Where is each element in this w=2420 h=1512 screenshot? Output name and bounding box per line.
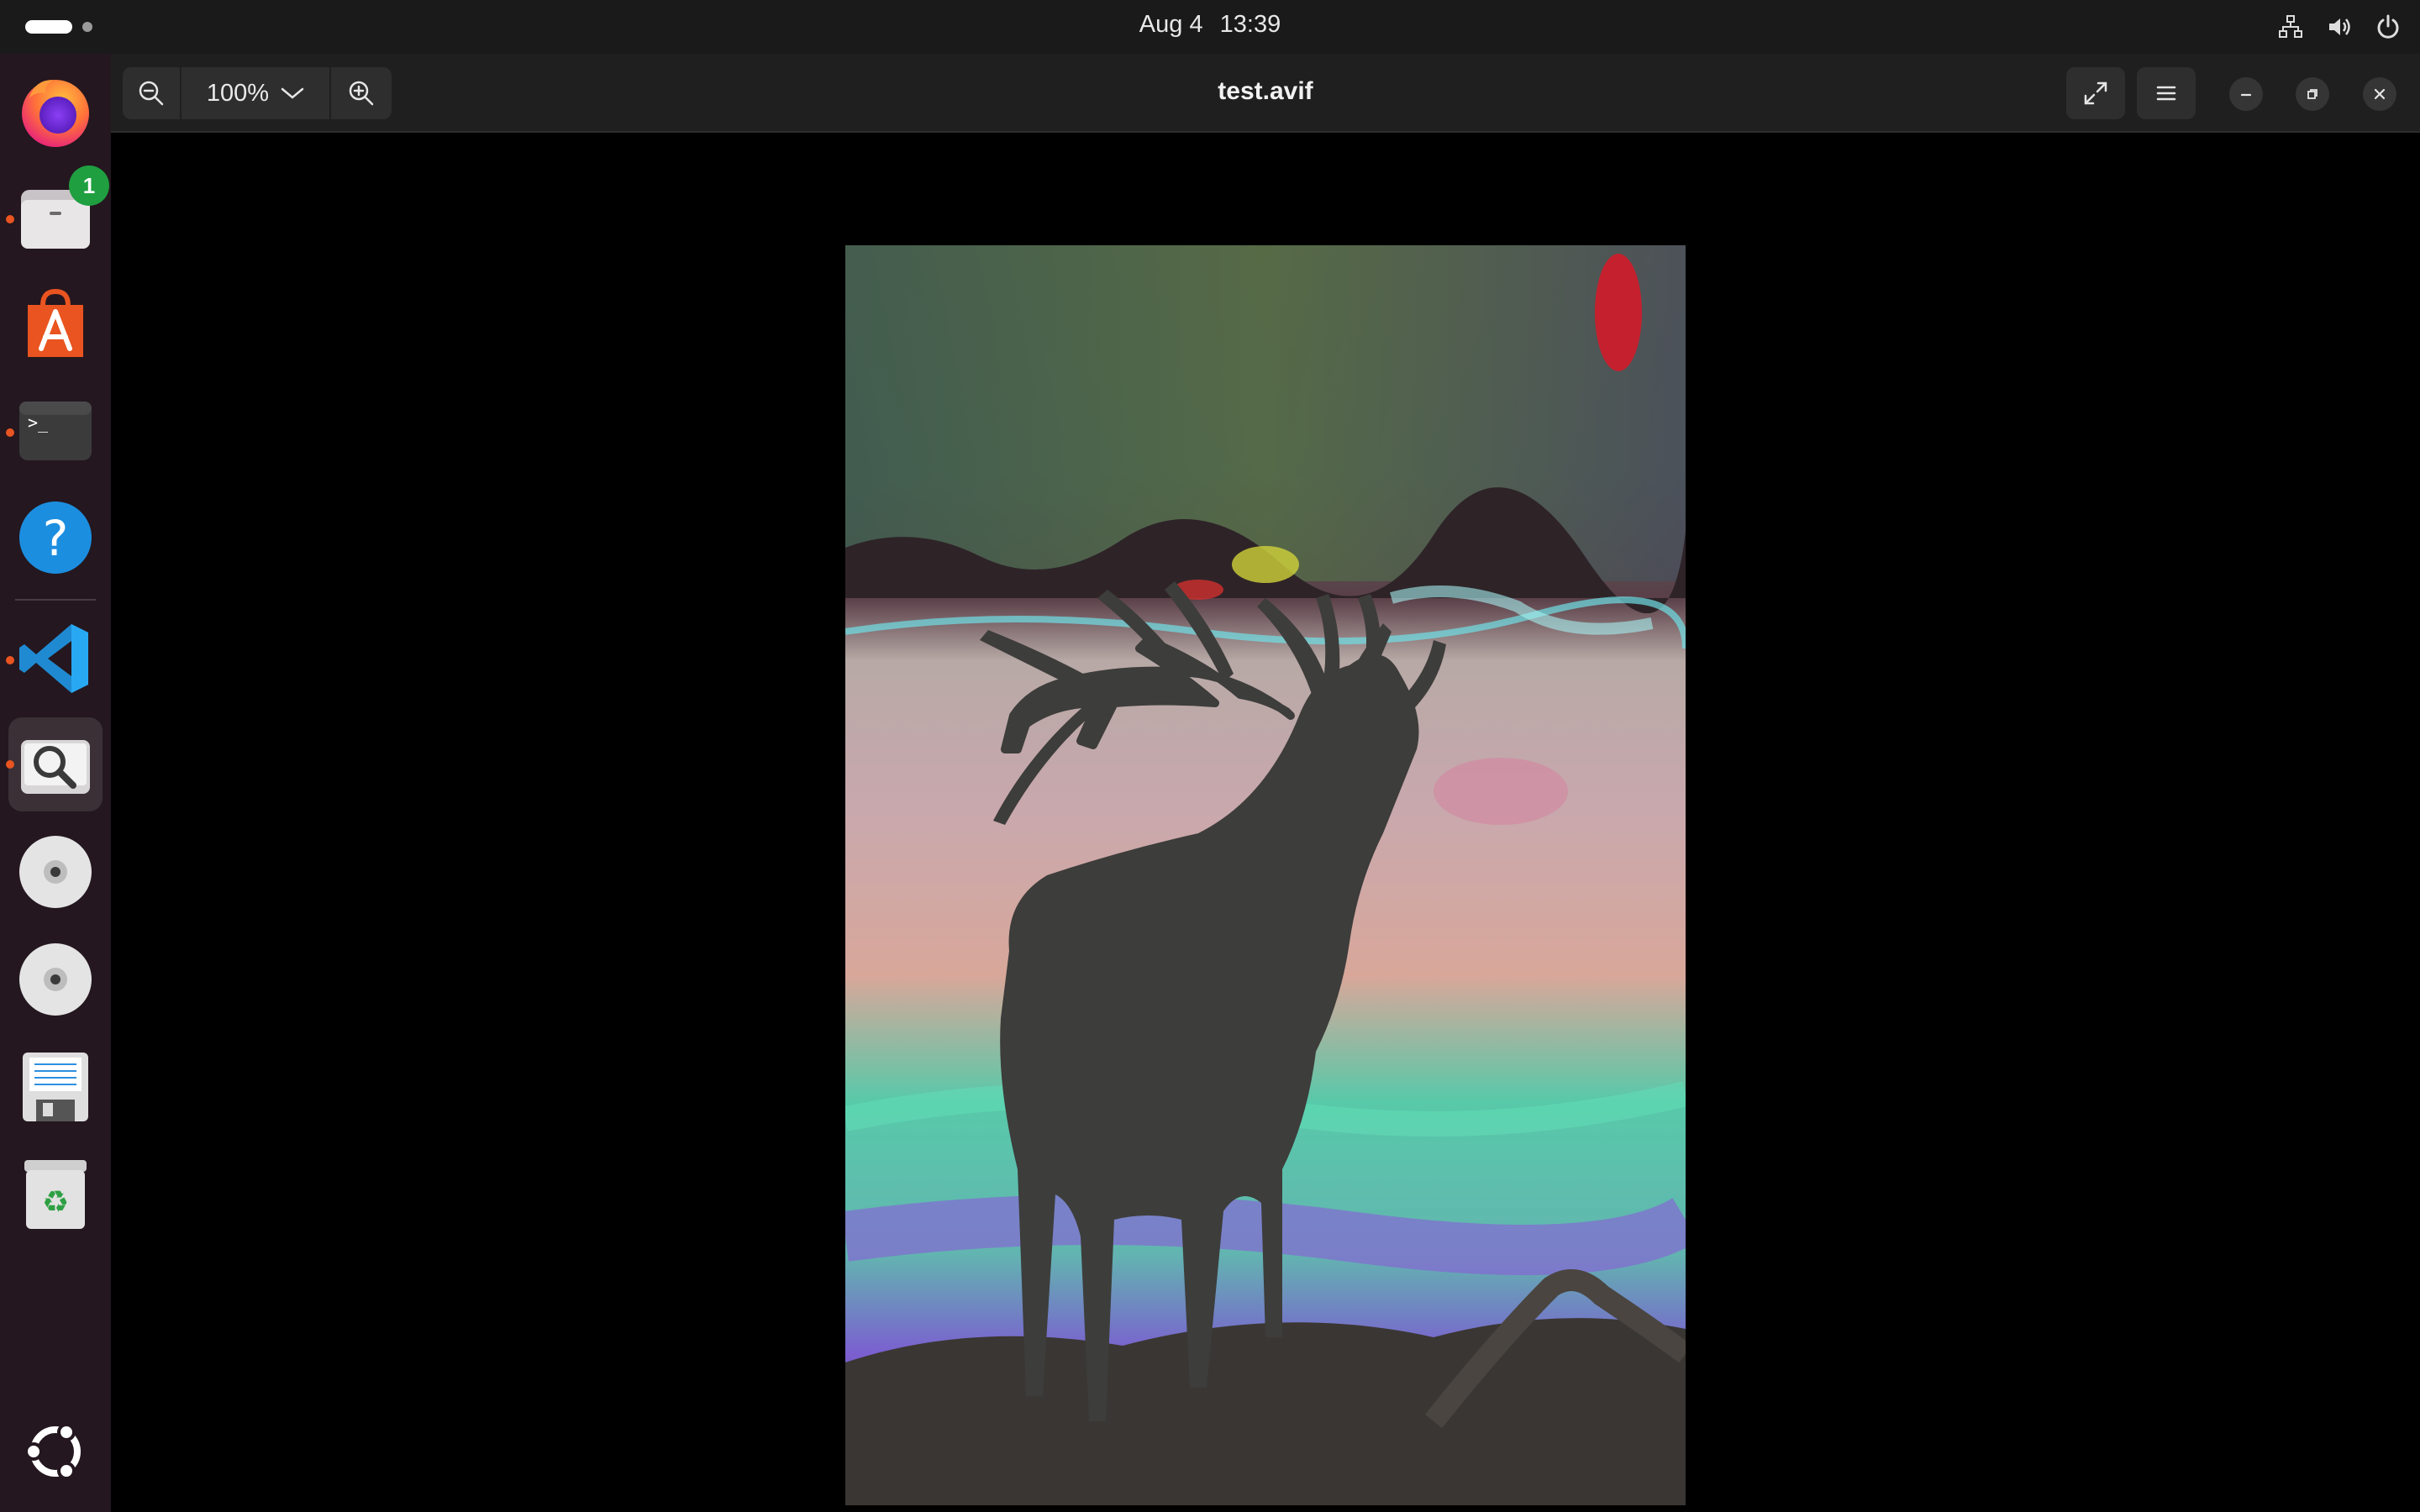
dock-item-terminal[interactable]: >_ xyxy=(6,384,103,478)
dock-item-firefox[interactable] xyxy=(8,64,103,158)
svg-text:?: ? xyxy=(43,510,69,567)
optical-disc-icon xyxy=(19,943,92,1016)
dock-item-image-viewer[interactable] xyxy=(6,717,103,811)
firefox-icon xyxy=(22,80,89,147)
displayed-image xyxy=(845,245,1686,1505)
elk-silhouette-photo xyxy=(845,245,1686,1505)
vscode-icon xyxy=(19,624,88,693)
image-canvas[interactable] xyxy=(111,133,2420,1512)
svg-text:>_: >_ xyxy=(28,412,49,433)
restore-button[interactable] xyxy=(2296,77,2329,111)
minimize-icon xyxy=(2240,93,2252,97)
dock: 1 >_ ? ♻ xyxy=(0,54,111,1512)
minimize-button[interactable] xyxy=(2229,77,2263,111)
close-button[interactable] xyxy=(2363,77,2396,111)
svg-text:♻: ♻ xyxy=(42,1185,69,1220)
clock-date: Aug 4 xyxy=(1139,11,1203,38)
restore-icon xyxy=(2307,89,2317,99)
image-viewer-icon xyxy=(21,740,90,794)
dock-item-help[interactable]: ? xyxy=(8,491,103,585)
image-viewer-window: 100% test.avif xyxy=(111,54,2420,1512)
system-tray[interactable] xyxy=(2275,12,2403,42)
dock-item-save-manager[interactable] xyxy=(8,1040,103,1134)
running-indicator xyxy=(6,428,14,437)
dock-item-vscode[interactable] xyxy=(6,612,103,706)
help-icon: ? xyxy=(19,501,92,574)
terminal-icon: >_ xyxy=(19,402,92,460)
ubuntu-logo-icon xyxy=(24,1423,81,1480)
dock-item-disc-2[interactable] xyxy=(8,932,103,1026)
main-menu-button[interactable] xyxy=(2137,67,2196,119)
notification-badge: 1 xyxy=(69,165,109,206)
fullscreen-button[interactable] xyxy=(2066,67,2125,119)
hamburger-menu-icon xyxy=(2156,86,2176,101)
optical-disc-icon xyxy=(19,836,92,908)
header-bar: 100% test.avif xyxy=(111,54,2420,133)
floppy-document-icon xyxy=(23,1053,88,1121)
running-indicator xyxy=(6,656,14,664)
trash-icon: ♻ xyxy=(24,1160,87,1229)
dock-item-files[interactable]: 1 xyxy=(6,165,109,265)
dock-item-disc-1[interactable] xyxy=(8,825,103,919)
power-icon[interactable] xyxy=(2373,12,2403,42)
network-icon[interactable] xyxy=(2275,12,2306,42)
dock-separator xyxy=(15,599,96,601)
fullscreen-icon xyxy=(2084,81,2107,105)
app-center-icon xyxy=(28,288,83,357)
running-indicator xyxy=(6,760,14,769)
clock-time: 13:39 xyxy=(1219,11,1281,38)
top-bar: Aug 4 13:39 xyxy=(0,0,2420,54)
clock[interactable]: Aug 4 13:39 xyxy=(0,11,2420,39)
close-icon xyxy=(2374,88,2386,100)
volume-icon[interactable] xyxy=(2324,12,2354,42)
show-apps-button[interactable] xyxy=(8,1404,103,1499)
running-indicator xyxy=(6,215,14,223)
dock-item-app-center[interactable] xyxy=(8,277,103,371)
dock-item-trash[interactable]: ♻ xyxy=(8,1147,103,1242)
